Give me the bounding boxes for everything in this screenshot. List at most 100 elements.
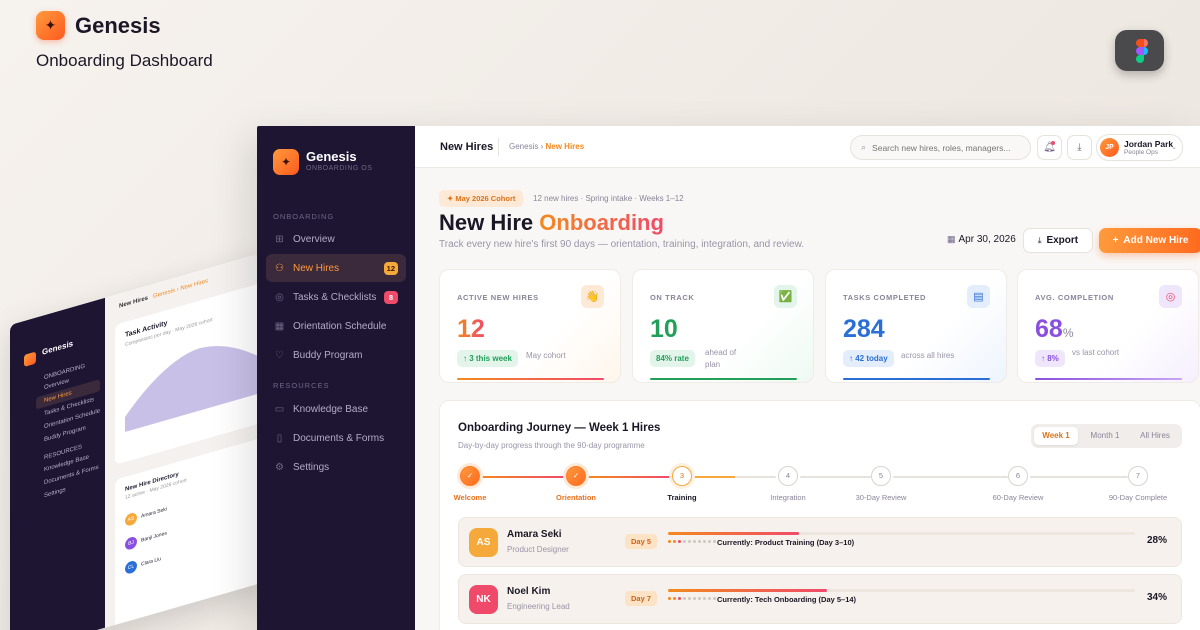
- notifications-button[interactable]: 🔔︎: [1037, 135, 1062, 160]
- sidebar-item-knowledge[interactable]: ▭ Knowledge Base: [266, 395, 406, 423]
- page-subtitle: Onboarding Dashboard: [36, 51, 213, 70]
- search-box[interactable]: ⌕: [850, 135, 1031, 160]
- topbar: New Hires Genesis › New Hires ⌕ 🔔︎ ⤓ JP …: [415, 126, 1200, 168]
- kpi-change: ↑ 8%: [1035, 350, 1065, 367]
- kpi-note: ahead of plan: [705, 348, 737, 369]
- hire-row[interactable]: NK Noel Kim Engineering Lead Day 7 Curre…: [458, 574, 1182, 624]
- current-stage: Currently: Tech Onboarding (Day 5–14): [717, 595, 857, 604]
- hero-lead: Track every new hire's first 90 days — o…: [439, 239, 805, 250]
- search-input[interactable]: [872, 142, 1023, 153]
- kpi-value: 10: [650, 315, 678, 343]
- kpi-note: vs last cohort: [1072, 348, 1120, 357]
- brand: ✦ Genesis: [36, 11, 161, 40]
- brand-name: Genesis: [75, 12, 161, 38]
- notification-dot: [1051, 141, 1055, 145]
- kpi-note: across all hires: [901, 351, 955, 360]
- tab-week-1[interactable]: Week 1: [1034, 427, 1078, 445]
- tab-month-1[interactable]: Month 1: [1081, 427, 1129, 445]
- check-circle-icon: ◎: [275, 291, 284, 303]
- kpi-change: ↑ 42 today: [843, 350, 894, 367]
- wave-icon: 👋: [581, 285, 604, 308]
- step-label: 30-Day Review: [855, 493, 907, 502]
- journey-card: Onboarding Journey — Week 1 Hires Day-by…: [439, 400, 1200, 630]
- sidebar-item-buddy[interactable]: ♡ Buddy Program: [266, 341, 406, 369]
- kpi-accent-bar: [650, 378, 797, 380]
- day-dots: [668, 540, 716, 543]
- breadcrumb: Genesis › New Hires: [509, 142, 585, 151]
- document-icon: ▯: [276, 432, 283, 444]
- step-welcome[interactable]: ✓: [460, 466, 480, 486]
- step-60-day-review[interactable]: 6: [1008, 466, 1028, 486]
- section-label-resources: RESOURCES: [273, 381, 330, 390]
- export-button[interactable]: ⤓ Export: [1023, 228, 1093, 253]
- progress-track: [668, 532, 1135, 535]
- step-integration[interactable]: 4: [778, 466, 798, 486]
- download-button[interactable]: ⤓: [1067, 135, 1092, 160]
- step-training[interactable]: 3: [672, 466, 692, 486]
- hire-name: Amara Seki: [507, 529, 562, 540]
- sidebar-item-new-hires[interactable]: ⚇ New Hires 12: [266, 254, 406, 282]
- sidebar-item-orientation[interactable]: ▦ Orientation Schedule: [266, 312, 406, 340]
- divider: [498, 138, 499, 156]
- step-30-day-review[interactable]: 5: [871, 466, 891, 486]
- add-new-hire-button[interactable]: + Add New Hire: [1099, 228, 1200, 253]
- step-label: 90-Day Complete: [1108, 493, 1168, 502]
- avatar: JP: [1100, 138, 1119, 157]
- journey-title: Onboarding Journey — Week 1 Hires: [458, 422, 661, 434]
- step-label: Training: [667, 493, 697, 502]
- kpi-value: 68%: [1035, 315, 1074, 343]
- back-person-row: AS Amara Seki: [125, 503, 167, 528]
- current-stage: Currently: Product Training (Day 3–10): [717, 538, 855, 547]
- hire-row[interactable]: AS Amara Seki Product Designer Day 5 Cur…: [458, 517, 1182, 567]
- step-label: Welcome: [453, 493, 487, 502]
- sparkle-icon: ✦: [273, 149, 299, 175]
- export-icon: ⤓: [1037, 235, 1042, 245]
- target-icon: ◎: [1159, 285, 1182, 308]
- progress-fill: [668, 532, 799, 535]
- hire-role: Engineering Lead: [507, 602, 570, 611]
- kpi-card-active-hires: ACTIVE NEW HIRES 👋 12 ↑ 3 this week May …: [439, 269, 621, 383]
- user-name: Jordan Park: [1124, 139, 1174, 149]
- users-icon: ⚇: [275, 262, 284, 274]
- tab-all-hires[interactable]: All Hires: [1131, 427, 1179, 445]
- step-orientation[interactable]: ✓: [566, 466, 586, 486]
- back-main: New Hires Genesis › New Hires Task Activ…: [105, 250, 270, 630]
- user-role: People Ops: [1124, 149, 1158, 156]
- kpi-label: ACTIVE NEW HIRES: [457, 293, 539, 302]
- sparkle-icon: ✦: [36, 11, 65, 40]
- sidebar-item-overview[interactable]: ⊞ Overview: [266, 225, 406, 253]
- step-connector: [588, 476, 670, 478]
- hero-title: New Hire Onboarding: [439, 210, 664, 235]
- page-title: New Hires: [440, 141, 494, 153]
- date-display[interactable]: ▦ Apr 30, 2026: [947, 234, 1016, 245]
- app-name: Genesis: [306, 149, 357, 164]
- breadcrumb-root[interactable]: Genesis: [509, 142, 538, 151]
- step-90-day-complete[interactable]: 7: [1128, 466, 1148, 486]
- hire-name: Noel Kim: [507, 586, 551, 597]
- sidebar-item-settings[interactable]: ⚙ Settings: [266, 453, 406, 481]
- kpi-accent-bar: [843, 378, 990, 380]
- step-connector: [480, 476, 564, 478]
- count-badge: 12: [383, 262, 398, 275]
- section-label-onboarding: ONBOARDING: [273, 212, 335, 221]
- figma-icon[interactable]: [1115, 30, 1164, 71]
- kpi-card-avg-completion: AVG. COMPLETION ◎ 68% ↑ 8% vs last cohor…: [1017, 269, 1199, 383]
- chevron-down-icon: ⌄: [1171, 144, 1177, 151]
- back-mockup: Genesis ONBOARDING Overview New Hires Ta…: [10, 250, 270, 630]
- figma-logo: [1135, 38, 1148, 63]
- kpi-card-on-track: ON TRACK ✅ 10 84% rate ahead of plan: [632, 269, 814, 383]
- back-person-row: CL Clara Liu: [125, 553, 161, 576]
- back-activity-card: Task Activity Completions per day · May …: [115, 279, 270, 465]
- sidebar-item-tasks[interactable]: ◎ Tasks & Checklists 8: [266, 283, 406, 311]
- progress-percent: 28%: [1146, 535, 1167, 546]
- user-menu[interactable]: JP Jordan Park People Ops ⌄: [1096, 134, 1183, 161]
- day-badge: Day 5: [625, 534, 658, 549]
- progress-fill: [668, 589, 827, 592]
- check-box-icon: ✅: [774, 285, 797, 308]
- plus-icon: +: [1112, 235, 1119, 246]
- kpi-note: May cohort: [526, 351, 566, 360]
- calendar-icon: ▦: [947, 234, 956, 244]
- day-dots: [668, 597, 716, 600]
- sidebar-item-documents[interactable]: ▯ Documents & Forms: [266, 424, 406, 452]
- app-tagline: ONBOARDING OS: [306, 165, 373, 172]
